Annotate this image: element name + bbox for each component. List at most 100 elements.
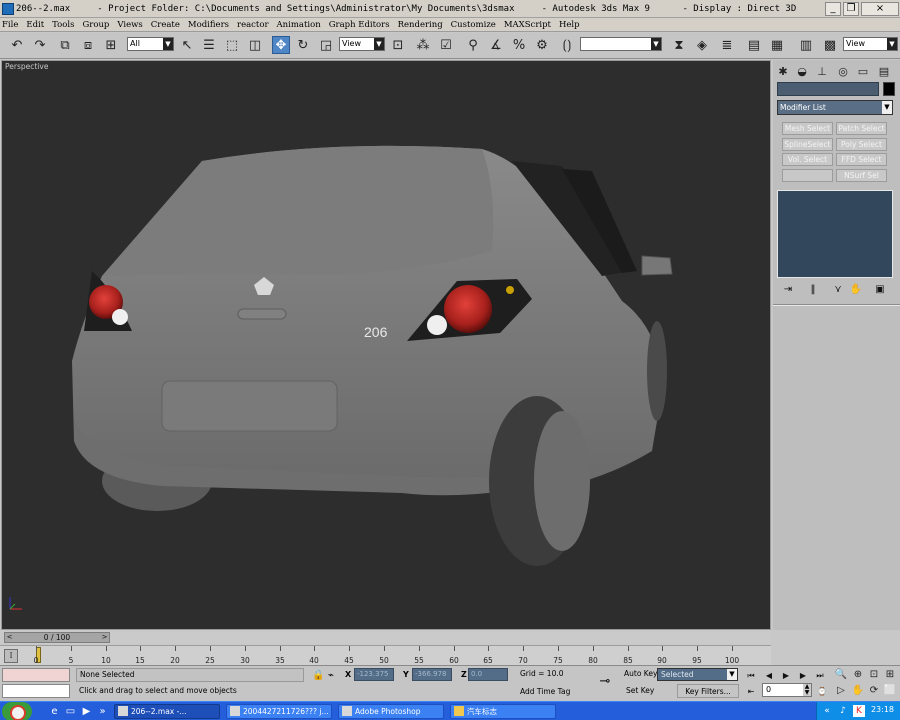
lock-selection-icon[interactable]: 🔒 xyxy=(312,670,324,681)
selection-filter-dropdown[interactable]: All ▼ xyxy=(127,37,174,51)
object-name-field[interactable] xyxy=(777,82,879,96)
minimize-button[interactable]: _ xyxy=(825,1,841,16)
menu-customize[interactable]: Customize xyxy=(451,20,496,30)
align-icon[interactable]: ◈ xyxy=(693,36,711,54)
spinner-icon[interactable]: ▲ ▼ xyxy=(803,684,811,696)
make-unique-icon[interactable]: ⋎ xyxy=(831,283,845,297)
undo-icon[interactable]: ↶ xyxy=(8,36,26,54)
curve-editor-icon[interactable]: ▤ xyxy=(745,36,763,54)
menu-group[interactable]: Group xyxy=(82,20,109,30)
spline-select-button[interactable]: SplineSelect xyxy=(782,138,833,151)
menu-maxscript[interactable]: MAXScript xyxy=(504,20,551,30)
material-editor-icon[interactable]: ▥ xyxy=(797,36,815,54)
pan-view-icon[interactable]: ✋ xyxy=(851,684,865,698)
render-type-dropdown[interactable]: View ▼ xyxy=(843,37,898,51)
motion-tab-icon[interactable]: ◎ xyxy=(835,63,851,79)
menu-file[interactable]: File xyxy=(2,20,18,30)
tray-arrow-icon[interactable]: « xyxy=(821,705,833,717)
hierarchy-tab-icon[interactable]: ⊥ xyxy=(814,63,830,79)
start-button[interactable] xyxy=(2,702,32,720)
poly-select-button[interactable]: Poly Select xyxy=(836,138,887,151)
play-icon[interactable]: ▶ xyxy=(779,669,793,682)
render-scene-icon[interactable]: ▩ xyxy=(821,36,839,54)
menu-create[interactable]: Create xyxy=(151,20,180,30)
ffd-select-button[interactable]: FFD Select xyxy=(836,153,887,166)
next-frame-icon[interactable]: ▶ xyxy=(796,669,810,682)
modifier-stack[interactable] xyxy=(777,190,893,278)
nsurf-sel-button[interactable]: NSurf Sel xyxy=(836,169,887,182)
maxscript-listener-input[interactable] xyxy=(2,668,70,682)
y-coord-field[interactable]: -366.978 xyxy=(412,668,452,681)
spinner-snap-icon[interactable]: ⚙ xyxy=(533,36,551,54)
go-to-end-icon[interactable]: ⏭ xyxy=(813,669,827,682)
select-and-scale-icon[interactable]: ◲ xyxy=(317,36,335,54)
speaker-icon[interactable]: ♪ xyxy=(837,705,849,717)
frame-ticks[interactable]: 0 5 10 15 20 25 30 35 40 45 50 55 60 65 70 75 80 85 90 95 10… xyxy=(34,646,739,666)
maximize-viewport-icon[interactable]: ⬜ xyxy=(883,684,897,698)
modifier-list-dropdown[interactable]: Modifier List ▼ xyxy=(777,100,893,115)
add-time-tag[interactable]: Add Time Tag xyxy=(520,687,570,696)
display-tab-icon[interactable]: ▭ xyxy=(855,63,871,79)
go-to-start-icon[interactable]: ⏮ xyxy=(744,669,758,682)
angle-snap-icon[interactable]: ∡ xyxy=(487,36,505,54)
z-coord-field[interactable]: 0.0 xyxy=(468,668,508,681)
layer-manager-icon[interactable]: ≣ xyxy=(718,36,736,54)
arc-rotate-icon[interactable]: ⟳ xyxy=(867,684,881,698)
object-color-swatch[interactable] xyxy=(883,82,895,96)
antivirus-icon[interactable]: K xyxy=(853,705,865,717)
pin-stack-icon[interactable]: ⇥ xyxy=(781,283,795,297)
key-filters-button[interactable]: Key Filters... xyxy=(677,684,739,698)
set-keys-icon[interactable]: ⊸ xyxy=(592,674,618,690)
configure-modifier-sets-icon[interactable]: ▣ xyxy=(873,283,887,297)
redo-icon[interactable]: ↷ xyxy=(31,36,49,54)
zoom-all-icon[interactable]: ⊕ xyxy=(851,668,865,682)
select-by-name-icon[interactable]: ☰ xyxy=(200,36,218,54)
time-configuration-icon[interactable]: ⌚ xyxy=(815,685,829,698)
zoom-icon[interactable]: 🔍 xyxy=(834,668,848,682)
menu-reactor[interactable]: reactor xyxy=(237,20,269,30)
empty-modifier-button[interactable] xyxy=(782,169,833,182)
key-mode-toggle-icon[interactable]: ⇤ xyxy=(744,685,758,698)
x-coord-field[interactable]: -123.375 xyxy=(354,668,394,681)
show-desktop-icon[interactable]: ▭ xyxy=(64,705,77,718)
current-frame-field[interactable]: 0 ▲ ▼ xyxy=(762,683,812,697)
internet-explorer-icon[interactable]: e xyxy=(48,705,61,718)
pivot-center-icon[interactable]: ⊡ xyxy=(389,36,407,54)
maximize-button[interactable]: ❐ xyxy=(843,1,859,16)
set-key-button[interactable]: Set Key xyxy=(626,686,654,695)
track-bar[interactable]: ⁞ 0 5 10 15 20 25 30 35 40 45 50 55 60 65 70 75 80 85 90 95… xyxy=(0,645,771,665)
auto-key-button[interactable]: Auto Key xyxy=(624,669,657,678)
unlink-icon[interactable]: ⧈ xyxy=(79,36,97,54)
menu-graph-editors[interactable]: Graph Editors xyxy=(329,20,390,30)
time-slider-prev[interactable]: < xyxy=(5,633,14,642)
quick-launch-more-icon[interactable]: » xyxy=(96,705,109,718)
reference-coordinate-dropdown[interactable]: View ▼ xyxy=(339,37,385,51)
named-selection-dropdown[interactable]: ▼ xyxy=(580,37,662,51)
rectangular-selection-icon[interactable]: ⬚ xyxy=(223,36,241,54)
taskbar-item-image[interactable]: 2004427211726??? j... xyxy=(226,704,332,719)
time-slider[interactable]: < 0 / 100 > xyxy=(4,632,110,643)
menu-modifiers[interactable]: Modifiers xyxy=(188,20,229,30)
window-crossing-icon[interactable]: ◫ xyxy=(246,36,264,54)
create-tab-icon[interactable]: ✱ xyxy=(775,63,791,79)
taskbar-item-photoshop[interactable]: Adobe Photoshop xyxy=(338,704,444,719)
mirror-icon[interactable]: ⧗ xyxy=(670,36,688,54)
menu-help[interactable]: Help xyxy=(559,20,580,30)
menu-tools[interactable]: Tools xyxy=(52,20,74,30)
select-and-link-icon[interactable]: ⧉ xyxy=(56,36,74,54)
schematic-view-icon[interactable]: ▦ xyxy=(768,36,786,54)
taskbar-item-folder[interactable]: 汽车标志 xyxy=(450,704,556,719)
percent-snap-icon[interactable]: % xyxy=(510,36,528,54)
keyboard-shortcut-override-icon[interactable]: ☑ xyxy=(437,36,455,54)
mesh-select-button[interactable]: Mesh Select xyxy=(782,122,833,135)
previous-frame-icon[interactable]: ◀ xyxy=(762,669,776,682)
close-button[interactable]: × xyxy=(861,1,899,16)
menu-edit[interactable]: Edit xyxy=(26,20,44,30)
select-and-move-icon[interactable]: ✥ xyxy=(272,36,290,54)
time-slider-next[interactable]: > xyxy=(100,633,109,642)
viewport-label[interactable]: Perspective xyxy=(5,62,48,71)
modify-tab-icon[interactable]: ◒ xyxy=(794,63,810,79)
perspective-viewport[interactable]: 206 Perspective xyxy=(1,60,771,630)
edit-named-selection-icon[interactable]: ⟮⟯ xyxy=(558,36,576,54)
open-mini-curve-editor-icon[interactable]: ⁞ xyxy=(4,649,18,663)
